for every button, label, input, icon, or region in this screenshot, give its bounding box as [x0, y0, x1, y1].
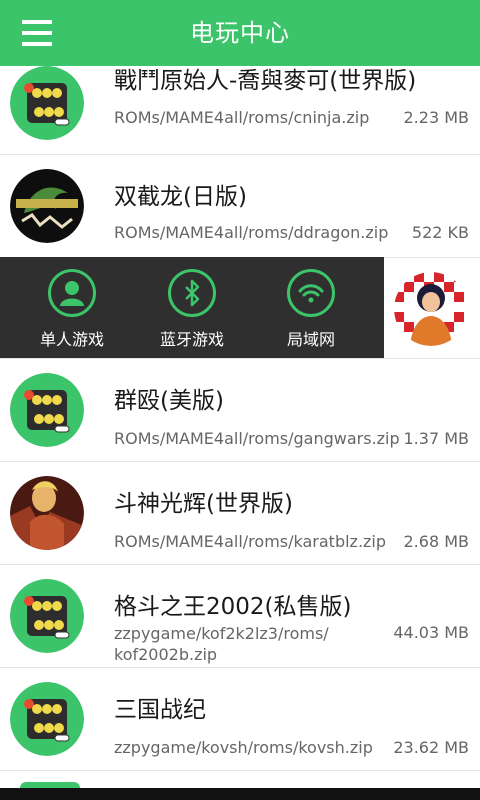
- arc-hub-logo-icon: [10, 682, 84, 756]
- rom-path: ROMs/MAME4all/roms/gangwars.zip: [114, 429, 400, 448]
- bottom-bar: [0, 788, 480, 800]
- arc-hub-logo-icon: [10, 579, 84, 653]
- rom-path: ROMs/MAME4all/roms/ddragon.zip: [114, 223, 389, 242]
- game-title: 斗神光辉(世界版): [114, 491, 293, 517]
- karate-fighter-art-icon: [10, 476, 84, 550]
- bluetooth-icon: [168, 269, 216, 317]
- single-player-button[interactable]: 单人游戏: [17, 269, 127, 349]
- game-row[interactable]: 戰鬥原始人-喬與麥可(世界版) ROMs/MAME4all/roms/cninj…: [0, 66, 480, 155]
- app-header: 电玩中心: [0, 0, 480, 66]
- game-row[interactable]: 斗神光辉(世界版) ROMs/MAME4all/roms/karatblz.zi…: [0, 462, 480, 565]
- arc-hub-logo-icon: [10, 66, 84, 140]
- bluetooth-play-button[interactable]: 蓝牙游戏: [137, 269, 247, 349]
- game-list[interactable]: 戰鬥原始人-喬與麥可(世界版) ROMs/MAME4all/roms/cninj…: [0, 66, 480, 788]
- play-mode-panel: 单人游戏 蓝牙游戏 局域网: [0, 257, 384, 358]
- game-row[interactable]: 群殴(美版) ROMs/MAME4all/roms/gangwars.zip 1…: [0, 359, 480, 462]
- bluetooth-play-label: 蓝牙游戏: [159, 330, 224, 349]
- file-size: 23.62 MB: [393, 738, 469, 757]
- game-title: 双截龙(日版): [114, 184, 247, 210]
- person-icon: [48, 269, 96, 317]
- arc-hub-logo-icon: [10, 373, 84, 447]
- wifi-icon: [287, 269, 335, 317]
- file-size: 522 KB: [411, 223, 469, 242]
- game-row[interactable]: 三国战纪 zzpygame/kovsh/roms/kovsh.zip 23.62…: [0, 668, 480, 771]
- game-title: 戰鬥原始人-喬與麥可(世界版): [114, 68, 417, 94]
- lan-play-button[interactable]: 局域网: [256, 269, 366, 349]
- rom-path: zzpygame/kovsh/roms/kovsh.zip: [114, 738, 373, 757]
- single-player-label: 单人游戏: [39, 330, 104, 349]
- file-size: 1.37 MB: [403, 429, 470, 448]
- checkered-girl-art-icon: [394, 272, 468, 346]
- rom-path: ROMs/MAME4all/roms/karatblz.zip: [114, 532, 387, 551]
- game-title: 群殴(美版): [114, 388, 224, 414]
- file-size: 2.68 MB: [403, 532, 470, 551]
- page-title: 电玩中心: [190, 19, 290, 47]
- game-title: 格斗之王2002(私售版): [114, 594, 352, 620]
- rom-path: zzpygame/kof2k2lz3/roms/ kof2002b.zip: [114, 624, 329, 664]
- file-size: 2.23 MB: [403, 108, 470, 127]
- lan-play-label: 局域网: [286, 330, 335, 349]
- rom-path: ROMs/MAME4all/roms/cninja.zip: [114, 108, 370, 127]
- file-size: 44.03 MB: [393, 623, 469, 642]
- game-row[interactable]: 格斗之王2002(私售版) zzpygame/kof2k2lz3/roms/ k…: [0, 565, 480, 668]
- game-row[interactable]: 双截龙(日版) ROMs/MAME4all/roms/ddragon.zip 5…: [0, 155, 480, 258]
- double-dragon-art-icon: [10, 169, 84, 243]
- game-title: 三国战纪: [114, 697, 206, 723]
